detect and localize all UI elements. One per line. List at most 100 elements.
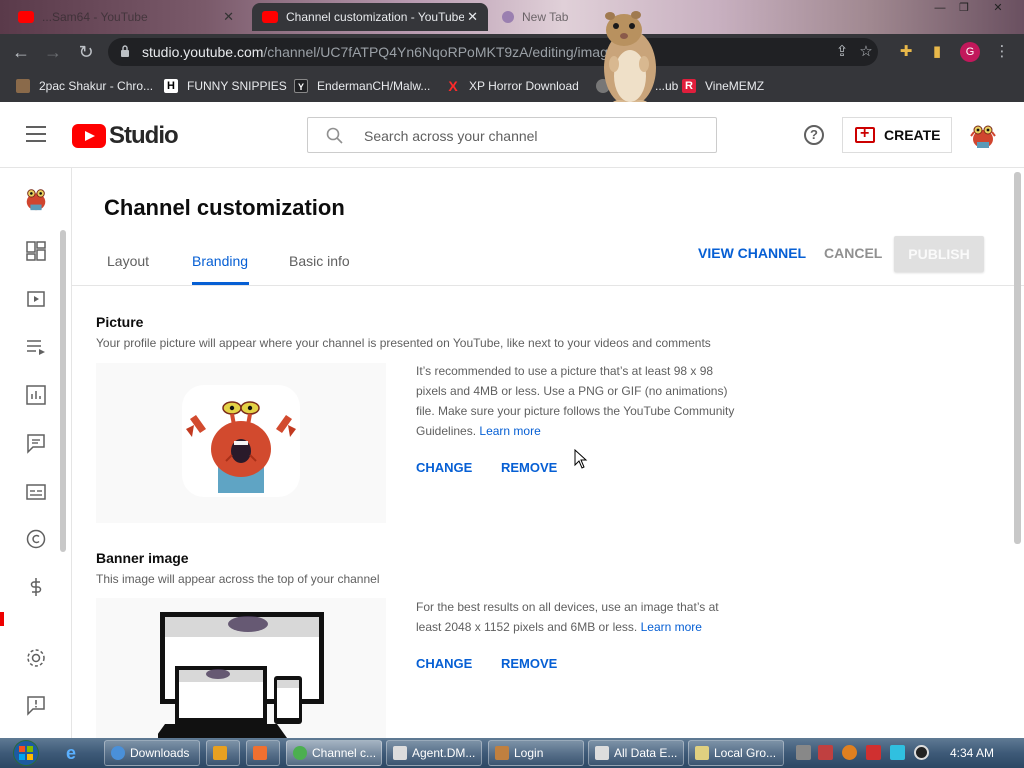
taskbar-label: Channel c... (312, 746, 377, 760)
browser-tab-channel-customization[interactable]: Channel customization - YouTube ✕ (252, 3, 488, 31)
picture-learn-more-link[interactable]: Learn more (479, 424, 540, 438)
subtitles-icon[interactable] (25, 481, 47, 503)
tab-label: ...Sam64 - YouTube (42, 10, 148, 24)
dashboard-icon[interactable] (25, 240, 47, 262)
comments-icon[interactable] (25, 432, 47, 454)
bookmark-favicon-icon (16, 79, 30, 93)
main-content: Channel customization Layout Branding Ba… (72, 168, 1024, 738)
taskbar-media-player[interactable] (206, 740, 240, 766)
help-icon[interactable]: ? (804, 125, 824, 145)
share-icon[interactable]: ⇪ (832, 42, 852, 62)
feedback-icon[interactable] (25, 694, 47, 716)
internet-explorer-icon[interactable]: e (66, 743, 88, 763)
youtube-play-icon (72, 124, 106, 148)
window-close-icon[interactable]: ✕ (986, 0, 1010, 16)
chrome-icon (293, 746, 307, 760)
create-label: CREATE (884, 127, 941, 143)
tray-flag-icon[interactable] (866, 745, 881, 760)
taskbar-channel-customization[interactable]: Channel c... (286, 740, 382, 766)
copyright-icon[interactable] (25, 528, 47, 550)
extensions-puzzle-icon[interactable]: ✚ (896, 42, 916, 62)
bookmark-label: 2pac Shakur - Chro... (39, 79, 154, 93)
bookmark-item[interactable]: X XP Horror Download (446, 77, 579, 95)
picture-remove-button[interactable]: REMOVE (501, 460, 557, 475)
tray-display-icon[interactable] (890, 745, 905, 760)
tabs-divider (72, 285, 1024, 286)
address-bar[interactable]: studio.youtube.com/channel/UC7fATPQ4Yn6N… (108, 38, 878, 66)
search-box[interactable] (307, 117, 717, 153)
youtube-studio-favicon-icon (262, 11, 278, 23)
reload-icon[interactable]: ↻ (75, 41, 97, 63)
tray-network-icon[interactable] (796, 745, 811, 760)
taskbar-local-group[interactable]: Local Gro... (688, 740, 784, 766)
minimize-icon[interactable]: — (928, 0, 952, 16)
bookmark-item[interactable]: R VineMEMZ (682, 77, 764, 95)
rail-scrollbar[interactable] (60, 230, 66, 552)
browser-tab-youtube[interactable]: ...Sam64 - YouTube ✕ (8, 3, 244, 31)
window-icon (595, 746, 609, 760)
taskbar-all-data[interactable]: All Data E... (588, 740, 684, 766)
search-input[interactable] (364, 126, 694, 146)
settings-gear-icon[interactable] (25, 647, 47, 669)
publish-button[interactable]: PUBLISH (894, 236, 984, 272)
active-indicator (0, 612, 4, 626)
playlists-icon[interactable] (25, 336, 47, 358)
tab-branding[interactable]: Branding (192, 253, 248, 269)
banner-section-title: Banner image (96, 550, 189, 566)
close-icon[interactable]: ✕ (467, 9, 478, 25)
bookmark-item[interactable]: 2pac Shakur - Chro... (16, 77, 153, 95)
banner-section-description: This image will appear across the top of… (96, 572, 380, 586)
bookmark-star-icon[interactable]: ☆ (856, 42, 876, 62)
channel-avatar[interactable] (22, 186, 50, 212)
hamburger-menu-icon[interactable] (26, 126, 46, 142)
account-avatar[interactable] (968, 122, 998, 150)
back-arrow-icon[interactable]: ← (10, 41, 32, 63)
banner-remove-button[interactable]: REMOVE (501, 656, 557, 671)
taskbar-label: All Data E... (614, 746, 678, 760)
bookmark-label: EndermanCH/Malw... (317, 79, 431, 93)
restore-icon[interactable]: ❐ (952, 0, 976, 16)
bookmark-label: FUNNY SNIPPIES (187, 79, 287, 93)
login-icon (495, 746, 509, 760)
analytics-icon[interactable] (25, 384, 47, 406)
new-tab-favicon-icon (502, 11, 514, 23)
view-channel-button[interactable]: VIEW CHANNEL (698, 245, 806, 261)
taskbar-login[interactable]: Login (488, 740, 584, 766)
picture-change-button[interactable]: CHANGE (416, 460, 472, 475)
tray-volume-icon[interactable] (914, 745, 929, 760)
device-mockup-image (158, 612, 324, 738)
main-scrollbar[interactable] (1014, 172, 1021, 544)
tray-security-icon[interactable] (818, 745, 833, 760)
left-nav-rail (0, 168, 72, 738)
banner-learn-more-link[interactable]: Learn more (641, 620, 702, 634)
r-logo-icon: R (682, 79, 696, 93)
tab-label: New Tab (522, 10, 569, 24)
more-vert-icon[interactable]: ⋮ (992, 42, 1012, 62)
profile-avatar[interactable]: G (960, 42, 980, 62)
content-icon[interactable] (25, 288, 47, 310)
bookmark-item[interactable]: H FUNNY SNIPPIES (164, 77, 287, 95)
youtube-studio-logo[interactable]: Studio (72, 122, 179, 150)
taskbar-agent[interactable]: Agent.DM... (386, 740, 482, 766)
document-icon (695, 746, 709, 760)
create-button[interactable]: CREATE (842, 117, 952, 153)
banner-info-text: For the best results on all devices, use… (416, 597, 746, 637)
chrome-icon (111, 746, 125, 760)
tab-layout[interactable]: Layout (107, 253, 149, 269)
banner-change-button[interactable]: CHANGE (416, 656, 472, 671)
cancel-button[interactable]: CANCEL (824, 245, 882, 261)
bookmark-item[interactable]: Y EndermanCH/Malw... (294, 77, 430, 95)
clock[interactable]: 4:34 AM (950, 746, 994, 760)
monetization-icon[interactable] (25, 576, 47, 598)
side-panel-icon[interactable]: ▮ (927, 42, 947, 62)
tray-search-icon[interactable] (842, 745, 857, 760)
forward-arrow-icon[interactable]: → (42, 41, 64, 63)
taskbar-app[interactable] (246, 740, 280, 766)
window-icon (393, 746, 407, 760)
tab-basic-info[interactable]: Basic info (289, 253, 350, 269)
close-icon[interactable]: ✕ (223, 9, 234, 25)
start-orb-icon[interactable] (8, 739, 44, 767)
youtube-favicon-icon (18, 11, 34, 23)
browser-tab-new-tab[interactable]: New Tab (492, 3, 602, 31)
taskbar-downloads[interactable]: Downloads (104, 740, 200, 766)
